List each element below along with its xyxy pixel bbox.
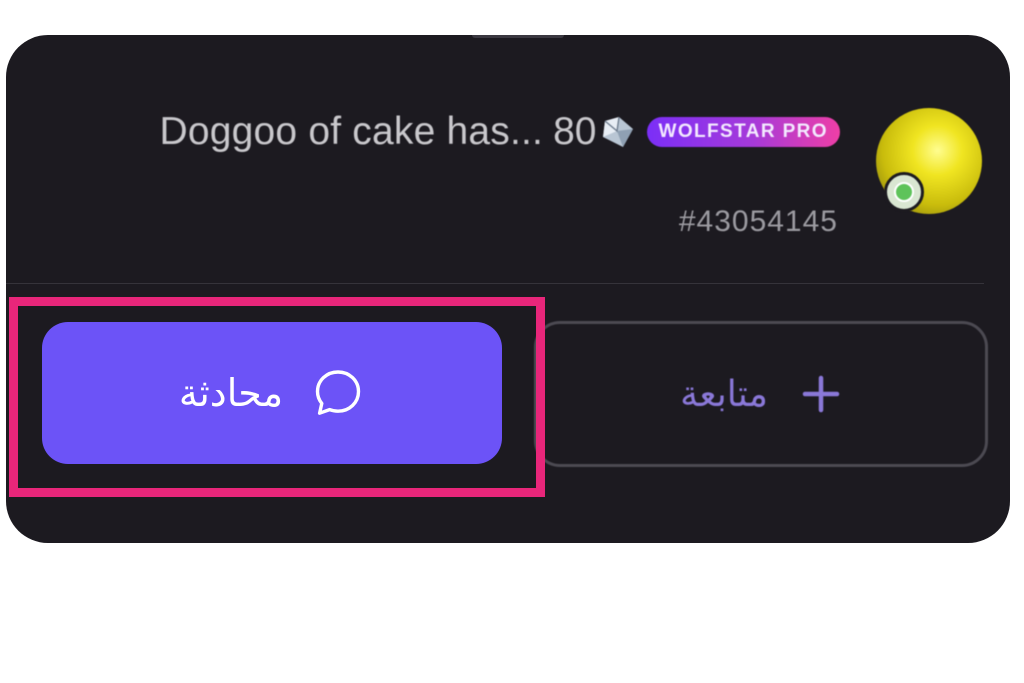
divider — [6, 283, 984, 284]
chat-button-label: محادثة — [178, 371, 284, 415]
diamond-count: 80 — [553, 110, 597, 153]
user-name: Doggoo of cake has... — [159, 110, 544, 153]
pro-badge: WOLFSTAR PRO — [646, 117, 840, 147]
chat-bubble-icon — [315, 370, 361, 415]
online-status-icon — [884, 172, 924, 212]
profile-card: Doggoo of cake has... 80 WOLFSTAR PRO #4… — [6, 35, 1010, 543]
follow-button-label: متابعة — [680, 373, 768, 415]
diamond-icon — [602, 116, 633, 147]
profile-header: Doggoo of cake has... 80 WOLFSTAR PRO #4… — [6, 35, 1010, 283]
plus-icon — [802, 375, 840, 413]
name-line: Doggoo of cake has... 80 WOLFSTAR PRO — [159, 107, 840, 157]
chat-button[interactable]: محادثة — [42, 322, 502, 464]
follow-button[interactable]: متابعة — [534, 321, 988, 467]
user-id: #43054145 — [678, 205, 838, 238]
status-dot — [894, 182, 914, 202]
